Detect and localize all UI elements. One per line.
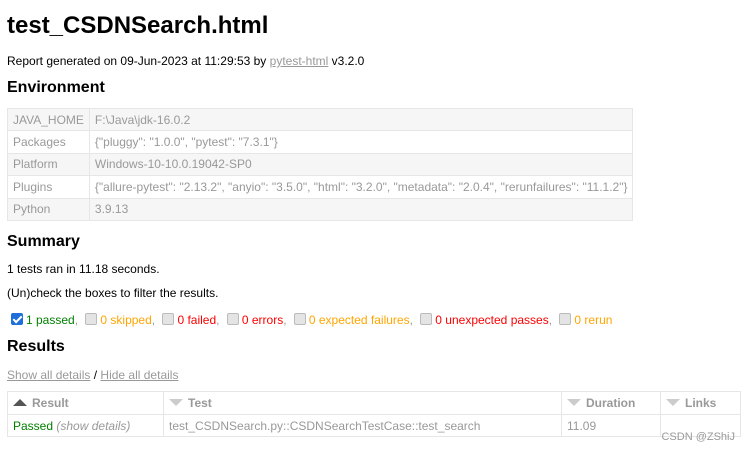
- filter-unexpected-passes-checkbox[interactable]: [420, 313, 433, 325]
- env-row-platform: Platform Windows-10-10.0.19042-SP0: [7, 152, 634, 177]
- env-key: Plugins: [7, 175, 90, 199]
- result-filters: 1 passed, 0 skipped, 0 failed, 0 errors,…: [7, 311, 612, 329]
- pytest-html-link[interactable]: pytest-html: [270, 54, 329, 68]
- test-name-cell: test_CSDNSearch.py::CSDNSearchTestCase::…: [163, 414, 562, 437]
- duration-cell: 11.09: [561, 414, 661, 437]
- env-value: {"allure-pytest": "2.13.2", "anyio": "3.…: [88, 175, 634, 199]
- generated-prefix: Report generated on 09-Jun-2023 at 11:29…: [7, 54, 270, 68]
- env-key: JAVA_HOME: [7, 107, 90, 132]
- result-status: Passed: [13, 418, 54, 433]
- filter-skipped-checkbox[interactable]: [85, 313, 98, 325]
- filter-passed-checkbox[interactable]: [11, 313, 23, 325]
- test-column-header[interactable]: Test: [163, 391, 562, 415]
- show-details-toggle[interactable]: (show details): [56, 419, 130, 433]
- filter-errors-checkbox[interactable]: [226, 313, 239, 325]
- show-all-details-link[interactable]: Show all details: [7, 368, 90, 382]
- env-row-packages: Packages {"pluggy": "1.0.0", "pytest": "…: [7, 130, 634, 154]
- filter-separator: ,: [74, 313, 79, 327]
- hide-all-details-link[interactable]: Hide all details: [100, 368, 178, 382]
- filter-passed-label: 1 passed: [26, 313, 75, 327]
- links-column-label: Links: [685, 396, 717, 410]
- filter-separator: ,: [216, 313, 220, 327]
- environment-table: JAVA_HOME F:\Java\jdk-16.0.2 Packages {"…: [7, 107, 634, 221]
- env-row-plugins: Plugins {"allure-pytest": "2.13.2", "any…: [7, 175, 634, 199]
- filter-separator: ,: [548, 313, 553, 327]
- duration-column-header[interactable]: Duration: [561, 391, 661, 415]
- filter-separator: ,: [151, 313, 156, 327]
- sort-ascending-icon: [13, 399, 27, 406]
- generated-suffix: v3.2.0: [328, 54, 365, 68]
- filter-failed-label: 0 failed: [177, 313, 217, 327]
- duration-column-label: Duration: [586, 396, 636, 410]
- env-key: Python: [7, 197, 90, 221]
- watermark: CSDN @ZShiJ: [661, 431, 735, 443]
- env-key: Packages: [7, 130, 90, 154]
- filter-unexpected-passes-label: 0 unexpected passes: [435, 313, 549, 327]
- filter-errors-label: 0 errors: [241, 313, 284, 327]
- filter-rerun-checkbox[interactable]: [559, 313, 572, 325]
- results-table: Result Test Duration Links Passed (show …: [7, 391, 741, 437]
- env-value: {"pluggy": "1.0.0", "pytest": "7.3.1"}: [88, 130, 634, 154]
- result-column-label: Result: [32, 396, 69, 410]
- filter-separator: ,: [283, 313, 287, 327]
- table-row[interactable]: Passed (show details) test_CSDNSearch.py…: [7, 414, 741, 437]
- filter-instruction-text: (Un)check the boxes to filter the result…: [7, 286, 219, 300]
- env-row-java-home: JAVA_HOME F:\Java\jdk-16.0.2: [7, 107, 634, 132]
- filter-expected-failures-label: 0 expected failures: [308, 313, 410, 327]
- tests-ran-text: 1 tests ran in 11.18 seconds.: [7, 262, 160, 276]
- sort-icon: [169, 399, 183, 406]
- results-heading: Results: [7, 338, 65, 355]
- summary-heading: Summary: [7, 233, 80, 250]
- env-value: F:\Java\jdk-16.0.2: [88, 107, 634, 132]
- filter-rerun-label: 0 rerun: [574, 313, 613, 327]
- results-header-row: Result Test Duration Links: [7, 391, 741, 415]
- filter-expected-failures-checkbox[interactable]: [293, 313, 306, 325]
- report-generated-line: Report generated on 09-Jun-2023 at 11:29…: [7, 53, 364, 69]
- env-row-python: Python 3.9.13: [7, 197, 634, 221]
- links-column-header[interactable]: Links: [660, 391, 741, 415]
- filter-separator: ,: [409, 313, 413, 327]
- sort-icon: [666, 399, 680, 406]
- env-key: Platform: [7, 152, 90, 177]
- details-toggle-links: Show all details / Hide all details: [7, 367, 178, 383]
- page-title: test_CSDNSearch.html: [7, 12, 269, 39]
- result-column-header[interactable]: Result: [7, 391, 164, 415]
- env-value: Windows-10-10.0.19042-SP0: [88, 152, 634, 177]
- environment-heading: Environment: [7, 79, 105, 96]
- result-cell: Passed (show details): [7, 414, 164, 437]
- filter-failed-checkbox[interactable]: [162, 313, 175, 325]
- filter-skipped-label: 0 skipped: [100, 313, 152, 327]
- test-column-label: Test: [188, 396, 212, 410]
- sort-icon: [567, 399, 581, 406]
- env-value: 3.9.13: [88, 197, 634, 221]
- details-separator: /: [90, 368, 101, 382]
